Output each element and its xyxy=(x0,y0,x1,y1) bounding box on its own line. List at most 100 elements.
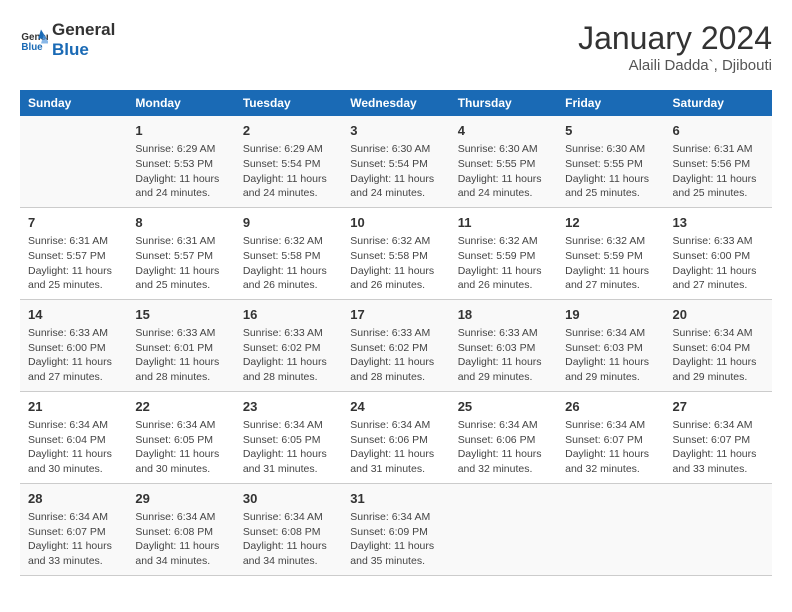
calendar-cell: 4Sunrise: 6:30 AM Sunset: 5:55 PM Daylig… xyxy=(450,116,557,207)
calendar-week-row: 1Sunrise: 6:29 AM Sunset: 5:53 PM Daylig… xyxy=(20,116,772,207)
day-info: Sunrise: 6:33 AM Sunset: 6:01 PM Dayligh… xyxy=(135,326,226,385)
weekday-header-thursday: Thursday xyxy=(450,90,557,116)
weekday-header-wednesday: Wednesday xyxy=(342,90,449,116)
day-number: 30 xyxy=(243,490,334,508)
day-info: Sunrise: 6:34 AM Sunset: 6:07 PM Dayligh… xyxy=(28,510,119,569)
day-number: 29 xyxy=(135,490,226,508)
weekday-header-sunday: Sunday xyxy=(20,90,127,116)
day-info: Sunrise: 6:29 AM Sunset: 5:54 PM Dayligh… xyxy=(243,142,334,201)
calendar-week-row: 7 Sunrise: 6:31 AM Sunset: 5:57 PM Daylig… xyxy=(20,207,772,299)
day-info: Sunrise: 6:30 AM Sunset: 5:55 PM Dayligh… xyxy=(565,142,656,201)
page-header: General Blue General Blue January 2024 A… xyxy=(20,20,772,74)
day-number: 2 xyxy=(243,122,334,140)
day-info: Sunrise: 6:34 AM Sunset: 6:05 PM Dayligh… xyxy=(243,418,334,477)
day-info: Sunrise: 6:32 AM Sunset: 5:58 PM Dayligh… xyxy=(350,234,441,293)
day-number: 15 xyxy=(135,306,226,324)
day-info: Sunrise: 6:34 AM Sunset: 6:06 PM Dayligh… xyxy=(458,418,549,477)
calendar-cell: 13 Sunrise: 6:33 AM Sunset: 6:00 PM Dayli… xyxy=(665,207,772,299)
calendar-cell xyxy=(450,483,557,575)
logo-general: General xyxy=(52,20,115,40)
day-number: 28 xyxy=(28,490,119,508)
calendar-cell: 24 Sunrise: 6:34 AM Sunset: 6:06 PM Dayli… xyxy=(342,391,449,483)
day-number: 24 xyxy=(350,398,441,416)
calendar-cell: 1Sunrise: 6:29 AM Sunset: 5:53 PM Daylig… xyxy=(127,116,234,207)
calendar-cell xyxy=(20,116,127,207)
calendar-week-row: 21 Sunrise: 6:34 AM Sunset: 6:04 PM Dayli… xyxy=(20,391,772,483)
day-info: Sunrise: 6:34 AM Sunset: 6:08 PM Dayligh… xyxy=(243,510,334,569)
day-number: 25 xyxy=(458,398,549,416)
day-number: 12 xyxy=(565,214,656,232)
day-number: 31 xyxy=(350,490,441,508)
calendar-cell: 9 Sunrise: 6:32 AM Sunset: 5:58 PM Daylig… xyxy=(235,207,342,299)
month-title: January 2024 xyxy=(578,20,772,57)
day-number: 18 xyxy=(458,306,549,324)
day-info: Sunrise: 6:34 AM Sunset: 6:07 PM Dayligh… xyxy=(565,418,656,477)
day-info: Sunrise: 6:31 AM Sunset: 5:57 PM Dayligh… xyxy=(135,234,226,293)
calendar-cell: 27Sunrise: 6:34 AM Sunset: 6:07 PM Dayli… xyxy=(665,391,772,483)
calendar-cell: 21 Sunrise: 6:34 AM Sunset: 6:04 PM Dayli… xyxy=(20,391,127,483)
calendar-cell: 20Sunrise: 6:34 AM Sunset: 6:04 PM Dayli… xyxy=(665,299,772,391)
calendar-week-row: 28 Sunrise: 6:34 AM Sunset: 6:07 PM Dayli… xyxy=(20,483,772,575)
day-number: 23 xyxy=(243,398,334,416)
day-number: 8 xyxy=(135,214,226,232)
weekday-header-tuesday: Tuesday xyxy=(235,90,342,116)
calendar-cell xyxy=(665,483,772,575)
calendar-week-row: 14 Sunrise: 6:33 AM Sunset: 6:00 PM Dayli… xyxy=(20,299,772,391)
weekday-header-saturday: Saturday xyxy=(665,90,772,116)
calendar-cell: 19Sunrise: 6:34 AM Sunset: 6:03 PM Dayli… xyxy=(557,299,664,391)
calendar-cell: 16Sunrise: 6:33 AM Sunset: 6:02 PM Dayli… xyxy=(235,299,342,391)
day-number: 11 xyxy=(458,214,549,232)
day-number: 17 xyxy=(350,306,441,324)
day-info: Sunrise: 6:32 AM Sunset: 5:58 PM Dayligh… xyxy=(243,234,334,293)
day-info: Sunrise: 6:34 AM Sunset: 6:09 PM Dayligh… xyxy=(350,510,441,569)
day-number: 27 xyxy=(673,398,764,416)
day-number: 21 xyxy=(28,398,119,416)
title-block: January 2024 Alaili Dadda`, Djibouti xyxy=(578,20,772,74)
calendar-cell: 30 Sunrise: 6:34 AM Sunset: 6:08 PM Dayli… xyxy=(235,483,342,575)
day-number: 9 xyxy=(243,214,334,232)
calendar-table: SundayMondayTuesdayWednesdayThursdayFrid… xyxy=(20,90,772,576)
calendar-cell: 7 Sunrise: 6:31 AM Sunset: 5:57 PM Daylig… xyxy=(20,207,127,299)
weekday-header-row: SundayMondayTuesdayWednesdayThursdayFrid… xyxy=(20,90,772,116)
day-info: Sunrise: 6:31 AM Sunset: 5:56 PM Dayligh… xyxy=(673,142,764,201)
day-info: Sunrise: 6:33 AM Sunset: 6:00 PM Dayligh… xyxy=(28,326,119,385)
day-info: Sunrise: 6:33 AM Sunset: 6:03 PM Dayligh… xyxy=(458,326,549,385)
svg-text:Blue: Blue xyxy=(21,42,43,53)
calendar-cell: 29 Sunrise: 6:34 AM Sunset: 6:08 PM Dayli… xyxy=(127,483,234,575)
day-info: Sunrise: 6:31 AM Sunset: 5:57 PM Dayligh… xyxy=(28,234,119,293)
day-info: Sunrise: 6:34 AM Sunset: 6:06 PM Dayligh… xyxy=(350,418,441,477)
day-info: Sunrise: 6:34 AM Sunset: 6:03 PM Dayligh… xyxy=(565,326,656,385)
day-number: 3 xyxy=(350,122,441,140)
day-info: Sunrise: 6:30 AM Sunset: 5:54 PM Dayligh… xyxy=(350,142,441,201)
day-number: 7 xyxy=(28,214,119,232)
calendar-cell: 10Sunrise: 6:32 AM Sunset: 5:58 PM Dayli… xyxy=(342,207,449,299)
calendar-cell: 26 Sunrise: 6:34 AM Sunset: 6:07 PM Dayli… xyxy=(557,391,664,483)
weekday-header-friday: Friday xyxy=(557,90,664,116)
day-number: 20 xyxy=(673,306,764,324)
day-info: Sunrise: 6:32 AM Sunset: 5:59 PM Dayligh… xyxy=(565,234,656,293)
day-number: 1 xyxy=(135,122,226,140)
day-info: Sunrise: 6:30 AM Sunset: 5:55 PM Dayligh… xyxy=(458,142,549,201)
calendar-cell: 15 Sunrise: 6:33 AM Sunset: 6:01 PM Dayli… xyxy=(127,299,234,391)
calendar-cell: 6Sunrise: 6:31 AM Sunset: 5:56 PM Daylig… xyxy=(665,116,772,207)
day-number: 14 xyxy=(28,306,119,324)
calendar-cell: 23 Sunrise: 6:34 AM Sunset: 6:05 PM Dayli… xyxy=(235,391,342,483)
calendar-cell: 2 Sunrise: 6:29 AM Sunset: 5:54 PM Daylig… xyxy=(235,116,342,207)
day-info: Sunrise: 6:34 AM Sunset: 6:08 PM Dayligh… xyxy=(135,510,226,569)
day-info: Sunrise: 6:33 AM Sunset: 6:02 PM Dayligh… xyxy=(350,326,441,385)
calendar-cell: 18 Sunrise: 6:33 AM Sunset: 6:03 PM Dayli… xyxy=(450,299,557,391)
day-info: Sunrise: 6:32 AM Sunset: 5:59 PM Dayligh… xyxy=(458,234,549,293)
day-number: 13 xyxy=(673,214,764,232)
calendar-cell xyxy=(557,483,664,575)
calendar-cell: 17 Sunrise: 6:33 AM Sunset: 6:02 PM Dayli… xyxy=(342,299,449,391)
calendar-cell: 8 Sunrise: 6:31 AM Sunset: 5:57 PM Daylig… xyxy=(127,207,234,299)
calendar-cell: 3 Sunrise: 6:30 AM Sunset: 5:54 PM Daylig… xyxy=(342,116,449,207)
day-info: Sunrise: 6:34 AM Sunset: 6:04 PM Dayligh… xyxy=(28,418,119,477)
calendar-cell: 28 Sunrise: 6:34 AM Sunset: 6:07 PM Dayli… xyxy=(20,483,127,575)
day-number: 5 xyxy=(565,122,656,140)
day-info: Sunrise: 6:33 AM Sunset: 6:02 PM Dayligh… xyxy=(243,326,334,385)
day-info: Sunrise: 6:33 AM Sunset: 6:00 PM Dayligh… xyxy=(673,234,764,293)
calendar-cell: 5 Sunrise: 6:30 AM Sunset: 5:55 PM Daylig… xyxy=(557,116,664,207)
day-number: 26 xyxy=(565,398,656,416)
calendar-cell: 22Sunrise: 6:34 AM Sunset: 6:05 PM Dayli… xyxy=(127,391,234,483)
